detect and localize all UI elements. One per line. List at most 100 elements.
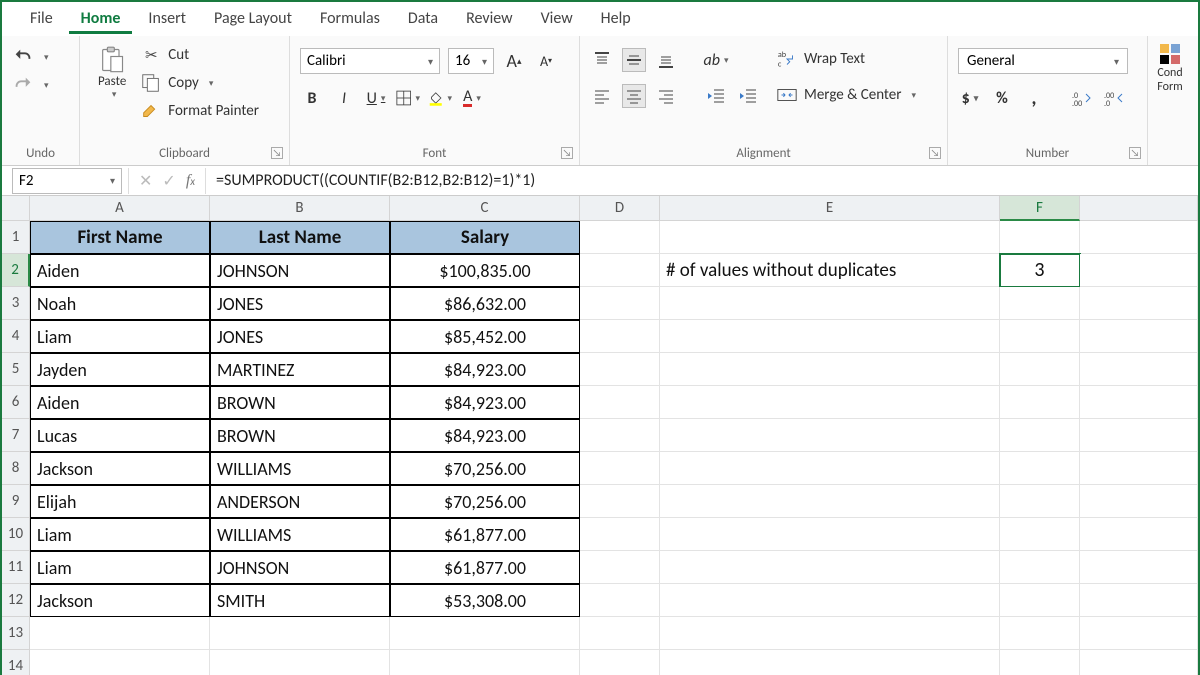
cell-C13[interactable] — [390, 617, 580, 650]
cell-C3[interactable]: $86,632.00 — [390, 287, 580, 320]
tab-formulas[interactable]: Formulas — [308, 5, 392, 34]
cell-C6[interactable]: $84,923.00 — [390, 386, 580, 419]
tab-page-layout[interactable]: Page Layout — [202, 5, 304, 34]
cell-E1[interactable] — [660, 221, 1000, 254]
cell-A7[interactable]: Lucas — [30, 419, 210, 452]
bold-button[interactable]: B — [300, 86, 324, 110]
cell-A4[interactable]: Liam — [30, 320, 210, 353]
row-header-7[interactable]: 7 — [2, 419, 30, 452]
enter-formula-button[interactable]: ✓ — [162, 171, 175, 191]
cell-A11[interactable]: Liam — [30, 551, 210, 584]
cell-G8[interactable] — [1080, 452, 1198, 485]
tab-insert[interactable]: Insert — [136, 5, 198, 34]
cell-A3[interactable]: Noah — [30, 287, 210, 320]
copy-button[interactable]: Copy — [140, 72, 259, 94]
cell-B12[interactable]: SMITH — [210, 584, 390, 617]
col-header-A[interactable]: A — [30, 196, 210, 221]
cell-B1[interactable]: Last Name — [210, 221, 390, 254]
merge-center-button[interactable]: Merge & Center — [776, 84, 916, 106]
cell-G4[interactable] — [1080, 320, 1198, 353]
cell-B2[interactable]: JOHNSON — [210, 254, 390, 287]
cell-F4[interactable] — [1000, 320, 1080, 353]
col-header-B[interactable]: B — [210, 196, 390, 221]
col-header-F[interactable]: F — [1000, 196, 1080, 221]
col-header-blank[interactable] — [1080, 196, 1198, 221]
align-left-button[interactable] — [590, 84, 614, 108]
alignment-launcher[interactable]: ↘ — [929, 147, 941, 159]
cell-F10[interactable] — [1000, 518, 1080, 551]
cell-A14[interactable] — [30, 650, 210, 675]
cell-D6[interactable] — [580, 386, 660, 419]
cut-button[interactable]: ✂ Cut — [140, 44, 259, 66]
row-header-14[interactable]: 14 — [2, 650, 30, 675]
cell-B4[interactable]: JONES — [210, 320, 390, 353]
row-header-9[interactable]: 9 — [2, 485, 30, 518]
insert-function-button[interactable]: fx — [186, 172, 195, 190]
select-all-corner[interactable] — [2, 196, 30, 221]
cell-B10[interactable]: WILLIAMS — [210, 518, 390, 551]
borders-button[interactable] — [396, 86, 420, 110]
cell-E14[interactable] — [660, 650, 1000, 675]
cancel-formula-button[interactable]: ✕ — [139, 171, 152, 191]
tab-file[interactable]: File — [18, 5, 65, 34]
cell-B7[interactable]: BROWN — [210, 419, 390, 452]
cell-E3[interactable] — [660, 287, 1000, 320]
redo-button[interactable] — [12, 74, 49, 96]
cell-G10[interactable] — [1080, 518, 1198, 551]
cell-B11[interactable]: JOHNSON — [210, 551, 390, 584]
cell-A2[interactable]: Aiden — [30, 254, 210, 287]
cell-B14[interactable] — [210, 650, 390, 675]
cell-C11[interactable]: $61,877.00 — [390, 551, 580, 584]
cell-D8[interactable] — [580, 452, 660, 485]
cell-C4[interactable]: $85,452.00 — [390, 320, 580, 353]
cell-E5[interactable] — [660, 353, 1000, 386]
underline-button[interactable]: U — [364, 86, 388, 110]
cell-D13[interactable] — [580, 617, 660, 650]
increase-indent-button[interactable] — [736, 84, 760, 108]
cell-E8[interactable] — [660, 452, 1000, 485]
cell-C1[interactable]: Salary — [390, 221, 580, 254]
cell-G1[interactable] — [1080, 221, 1198, 254]
cell-A6[interactable]: Aiden — [30, 386, 210, 419]
cell-C2[interactable]: $100,835.00 — [390, 254, 580, 287]
row-header-3[interactable]: 3 — [2, 287, 30, 320]
cell-G14[interactable] — [1080, 650, 1198, 675]
row-header-1[interactable]: 1 — [2, 221, 30, 254]
cell-G13[interactable] — [1080, 617, 1198, 650]
tab-review[interactable]: Review — [454, 5, 525, 34]
cell-E12[interactable] — [660, 584, 1000, 617]
format-painter-button[interactable]: Format Painter — [140, 100, 259, 122]
cell-A8[interactable]: Jackson — [30, 452, 210, 485]
cell-E11[interactable] — [660, 551, 1000, 584]
fill-color-button[interactable] — [428, 86, 452, 110]
cell-G3[interactable] — [1080, 287, 1198, 320]
cell-G11[interactable] — [1080, 551, 1198, 584]
cell-G5[interactable] — [1080, 353, 1198, 386]
cell-G7[interactable] — [1080, 419, 1198, 452]
cell-C10[interactable]: $61,877.00 — [390, 518, 580, 551]
cell-A13[interactable] — [30, 617, 210, 650]
cell-D10[interactable] — [580, 518, 660, 551]
cell-C7[interactable]: $84,923.00 — [390, 419, 580, 452]
decrease-indent-button[interactable] — [704, 84, 728, 108]
decrease-decimal-button[interactable]: .00.0 — [1102, 86, 1126, 110]
number-launcher[interactable]: ↘ — [1129, 147, 1141, 159]
cell-F2[interactable]: 3 — [1000, 254, 1080, 287]
number-format-select[interactable]: General▾ — [958, 48, 1128, 74]
accounting-format-button[interactable]: $ — [958, 86, 982, 110]
font-name-select[interactable]: Calibri▾ — [300, 48, 440, 74]
col-header-E[interactable]: E — [660, 196, 1000, 221]
align-right-button[interactable] — [654, 84, 678, 108]
align-center-button[interactable] — [622, 84, 646, 108]
align-top-button[interactable] — [590, 48, 614, 72]
comma-format-button[interactable]: , — [1022, 86, 1046, 110]
cell-G12[interactable] — [1080, 584, 1198, 617]
row-header-5[interactable]: 5 — [2, 353, 30, 386]
cell-D3[interactable] — [580, 287, 660, 320]
percent-format-button[interactable]: % — [990, 86, 1014, 110]
row-header-8[interactable]: 8 — [2, 452, 30, 485]
cell-E10[interactable] — [660, 518, 1000, 551]
col-header-D[interactable]: D — [580, 196, 660, 221]
paste-button[interactable]: Paste — [90, 44, 134, 102]
increase-decimal-button[interactable]: .0.00 — [1070, 86, 1094, 110]
